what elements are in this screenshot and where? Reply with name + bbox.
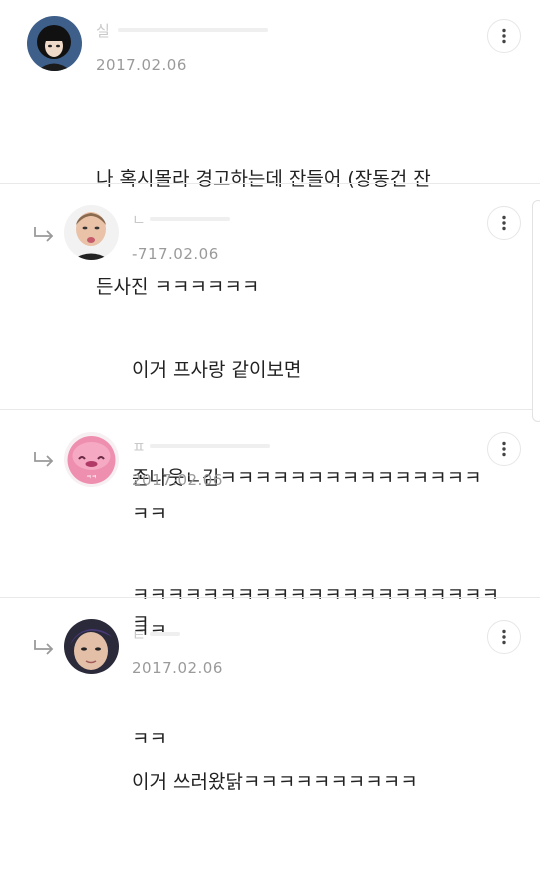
- comment-date: 2017.02.06: [96, 56, 187, 74]
- comment-text: 이거 쓰러왔닭ㅋㅋㅋㅋㅋㅋㅋㅋㅋㅋ: [132, 692, 502, 872]
- username-redaction: [118, 28, 268, 32]
- avatar[interactable]: ㅋㅋ: [64, 432, 119, 487]
- username[interactable]: 실: [96, 20, 111, 41]
- reply-arrow-icon: [33, 451, 55, 469]
- comment-item: 실 2017.02.06 나 혹시몰라 경고하는데 잔들어 (장동건 잔 든사진…: [0, 0, 540, 298]
- username-redaction: [150, 632, 180, 636]
- reply-item: ㅋㅋ ㅍ 2017.02.06 ㅋㅋㅋㅋㅋㅋㅋㅋㅋㅋㅋㅋㅋㅋㅋㅋㅋㅋㅋㅋㅋㅋㅋ …: [0, 410, 540, 750]
- more-vertical-icon: [502, 629, 506, 645]
- comment-date: -717.02.06: [132, 245, 219, 263]
- avatar[interactable]: [64, 619, 119, 674]
- reply-item: ㅌ 2017.02.06 이거 쓰러왔닭ㅋㅋㅋㅋㅋㅋㅋㅋㅋㅋ: [0, 598, 540, 793]
- reply-arrow-icon: [33, 639, 55, 657]
- avatar[interactable]: [64, 205, 119, 260]
- username-redaction: [150, 217, 230, 221]
- more-vertical-icon: [502, 28, 506, 44]
- comment-text-line: 이거 프사랑 같이보면: [132, 359, 302, 381]
- more-options-button[interactable]: [487, 432, 521, 466]
- comment-text-line: 이거 쓰러왔닭ㅋㅋㅋㅋㅋㅋㅋㅋㅋㅋ: [132, 771, 418, 793]
- more-vertical-icon: [502, 215, 506, 231]
- scrollbar[interactable]: [532, 200, 540, 422]
- comment-date: 2017.02.06: [132, 471, 223, 489]
- username[interactable]: ㄴ: [132, 209, 147, 230]
- more-vertical-icon: [502, 441, 506, 457]
- username[interactable]: ㅌ: [132, 624, 147, 645]
- username[interactable]: ㅍ: [132, 436, 147, 457]
- avatar[interactable]: [27, 16, 82, 71]
- more-options-button[interactable]: [487, 19, 521, 53]
- comment-date: 2017.02.06: [132, 659, 223, 677]
- reply-arrow-icon: [33, 226, 55, 244]
- more-options-button[interactable]: [487, 206, 521, 240]
- username-redaction: [150, 444, 270, 448]
- reply-item: ㄴ -717.02.06 이거 프사랑 같이보면 존나웃ㄴ김ㅋㅋㅋㅋㅋㅋㅋㅋㅋㅋ…: [0, 184, 540, 633]
- svg-text:ㅋㅋ: ㅋㅋ: [86, 474, 97, 481]
- more-options-button[interactable]: [487, 620, 521, 654]
